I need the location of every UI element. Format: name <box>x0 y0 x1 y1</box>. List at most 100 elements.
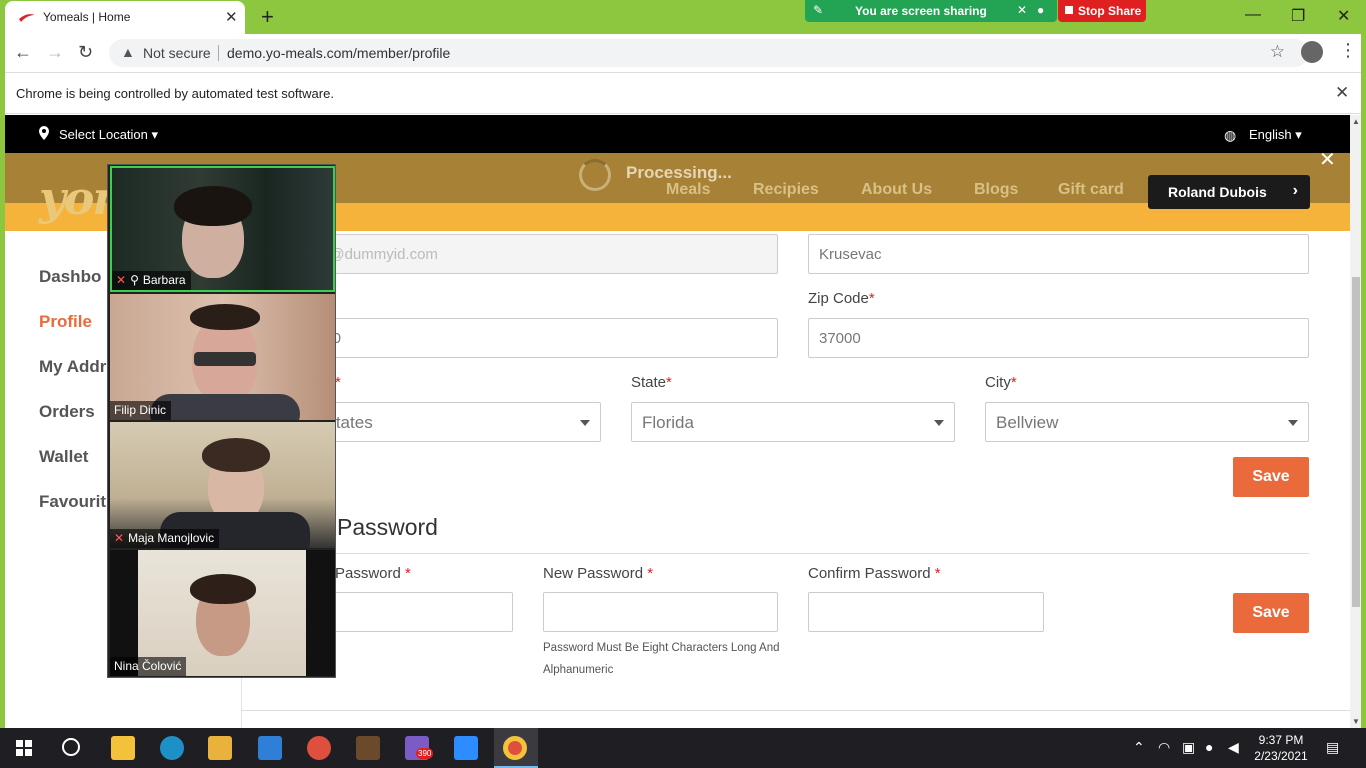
chrome-profile-icon[interactable] <box>307 736 331 760</box>
edge-icon[interactable] <box>160 736 184 760</box>
minimize-icon[interactable]: — <box>1245 6 1261 24</box>
save-profile-button[interactable]: Save <box>1233 457 1309 497</box>
country-select[interactable]: l States <box>305 402 601 442</box>
state-value: Florida <box>642 413 694 432</box>
current-password-label: Password * <box>335 565 411 582</box>
browser-tab[interactable]: Yomeals | Home ✕ <box>5 1 245 34</box>
sidebar-item-favourites[interactable]: Favourit <box>39 492 106 512</box>
city-field[interactable]: Krusevac <box>808 234 1309 274</box>
phone-field[interactable]: 000 <box>305 318 778 358</box>
mic-muted-icon: ✕ <box>114 531 125 545</box>
save-password-button[interactable]: Save <box>1233 593 1309 633</box>
back-icon[interactable]: ← <box>14 42 32 63</box>
bookmark-star-icon[interactable]: ☆ <box>1270 42 1285 62</box>
participant-tile[interactable]: Nina Čolović <box>110 550 335 676</box>
action-center-icon[interactable]: ▤ <box>1326 739 1339 756</box>
sidebar-item-profile[interactable]: Profile <box>39 312 92 332</box>
user-menu-button[interactable]: Roland Dubois › <box>1148 175 1310 209</box>
zoom-icon[interactable] <box>454 736 478 760</box>
sidebar-item-my-address[interactable]: My Addr <box>39 357 106 377</box>
participant-hair <box>202 438 270 472</box>
file-explorer-icon[interactable] <box>208 736 232 760</box>
select-location-label: Select Location <box>59 127 148 142</box>
game-icon[interactable] <box>356 736 380 760</box>
participant-shirt <box>150 394 300 420</box>
participant-tile[interactable]: Filip Dinic <box>110 294 335 420</box>
sidebar-item-orders[interactable]: Orders <box>39 402 95 422</box>
participant-tile[interactable]: ✕ Maja Manojlovic <box>110 422 335 548</box>
email-field[interactable]: er@dummyid.com <box>305 234 778 274</box>
scroll-down-icon[interactable]: ▼ <box>1352 717 1360 726</box>
clock-date: 2/23/2021 <box>1254 749 1308 763</box>
mail-icon[interactable] <box>258 736 282 760</box>
nav-meals[interactable]: Meals <box>666 181 710 199</box>
shield-icon: ● <box>1037 3 1045 17</box>
nav-about-us[interactable]: About Us <box>861 181 932 199</box>
zip-label-text: Zip Code <box>808 290 869 307</box>
cortana-search-icon[interactable] <box>62 738 80 756</box>
new-password-label: New Password * <box>543 565 653 582</box>
chrome-menu-icon[interactable]: ⋮ <box>1339 40 1357 61</box>
location-pin-icon <box>39 126 49 140</box>
clock-time: 9:37 PM <box>1258 733 1304 747</box>
current-password-field[interactable] <box>305 592 513 632</box>
sidebar-item-wallet[interactable]: Wallet <box>39 447 88 467</box>
nav-blogs[interactable]: Blogs <box>974 181 1018 199</box>
city-label-text: City <box>985 374 1011 391</box>
new-password-field[interactable] <box>543 592 778 632</box>
volume-icon[interactable]: ◀ <box>1228 739 1239 756</box>
state-select[interactable]: Florida <box>631 402 955 442</box>
participant-hair <box>190 304 260 330</box>
profile-avatar-icon[interactable] <box>1301 41 1323 63</box>
confirm-password-label-text: Confirm Password <box>808 565 931 582</box>
chrome-icon[interactable] <box>503 736 527 760</box>
processing-text: Processing... <box>626 163 732 182</box>
participant-name: Barbara <box>142 273 186 287</box>
password-help-text: Password Must Be Eight Characters Long A… <box>543 642 780 676</box>
select-location[interactable]: Select Location ▾ <box>59 127 158 143</box>
confirm-password-field[interactable] <box>808 592 1044 632</box>
new-tab-icon[interactable]: + <box>261 4 274 30</box>
tray-chevron-icon[interactable]: ⌃ <box>1133 739 1145 756</box>
language-select[interactable]: English ▾ <box>1249 127 1302 143</box>
participant-tile[interactable]: ✕ ⚲ Barbara <box>110 166 335 292</box>
infobar-close-icon[interactable]: ✕ <box>1335 83 1349 103</box>
required-marker: * <box>647 565 654 582</box>
sidebar-item-dashboard[interactable]: Dashbo <box>39 267 101 287</box>
system-clock[interactable]: 9:37 PM 2/23/2021 <box>1252 732 1310 764</box>
meet-now-icon[interactable]: ▣ <box>1182 739 1195 756</box>
warning-icon: ▲ <box>121 44 135 60</box>
maximize-icon[interactable]: ❐ <box>1291 6 1305 26</box>
screen-share-status: You are screen sharing <box>855 4 987 18</box>
close-icon[interactable]: ✕ <box>1319 147 1336 172</box>
automation-infobar: Chrome is being controlled by automated … <box>5 72 1361 114</box>
participant-hair <box>190 574 256 604</box>
zip-field[interactable]: 37000 <box>808 318 1309 358</box>
glasses <box>194 352 256 366</box>
reload-icon[interactable]: ↻ <box>78 42 93 63</box>
required-marker: * <box>666 374 672 391</box>
store-icon[interactable] <box>111 736 135 760</box>
page-scrollbar[interactable]: ▲ ▼ <box>1350 115 1361 728</box>
forward-icon[interactable]: → <box>46 42 64 63</box>
required-marker: * <box>1010 374 1017 391</box>
address-bar[interactable]: ▲ Not secure demo.yo-meals.com/member/pr… <box>109 39 1309 67</box>
nav-recipes[interactable]: Recipies <box>753 181 819 199</box>
mic-muted-icon: ✕ <box>116 273 127 287</box>
city-select[interactable]: Bellview <box>985 402 1309 442</box>
stop-share-button[interactable]: Stop Share <box>1058 0 1146 22</box>
mute-icon[interactable]: ✕ <box>1017 3 1027 17</box>
windows-start-icon[interactable] <box>16 740 32 756</box>
microphone-icon[interactable]: ● <box>1205 739 1213 755</box>
spinner-icon <box>579 159 611 191</box>
window-close-icon[interactable]: ✕ <box>1337 6 1350 26</box>
scroll-up-icon[interactable]: ▲ <box>1352 117 1360 126</box>
scrollbar-thumb[interactable] <box>1352 277 1360 607</box>
tab-close-icon[interactable]: ✕ <box>225 8 238 26</box>
network-icon[interactable]: ◠ <box>1158 739 1170 756</box>
participant-name-tag: Filip Dinic <box>110 401 172 420</box>
new-password-label-text: New Password <box>543 565 644 582</box>
required-marker: * <box>405 565 411 582</box>
nav-gift-card[interactable]: Gift card <box>1058 181 1124 199</box>
chevron-down-icon <box>580 420 590 426</box>
